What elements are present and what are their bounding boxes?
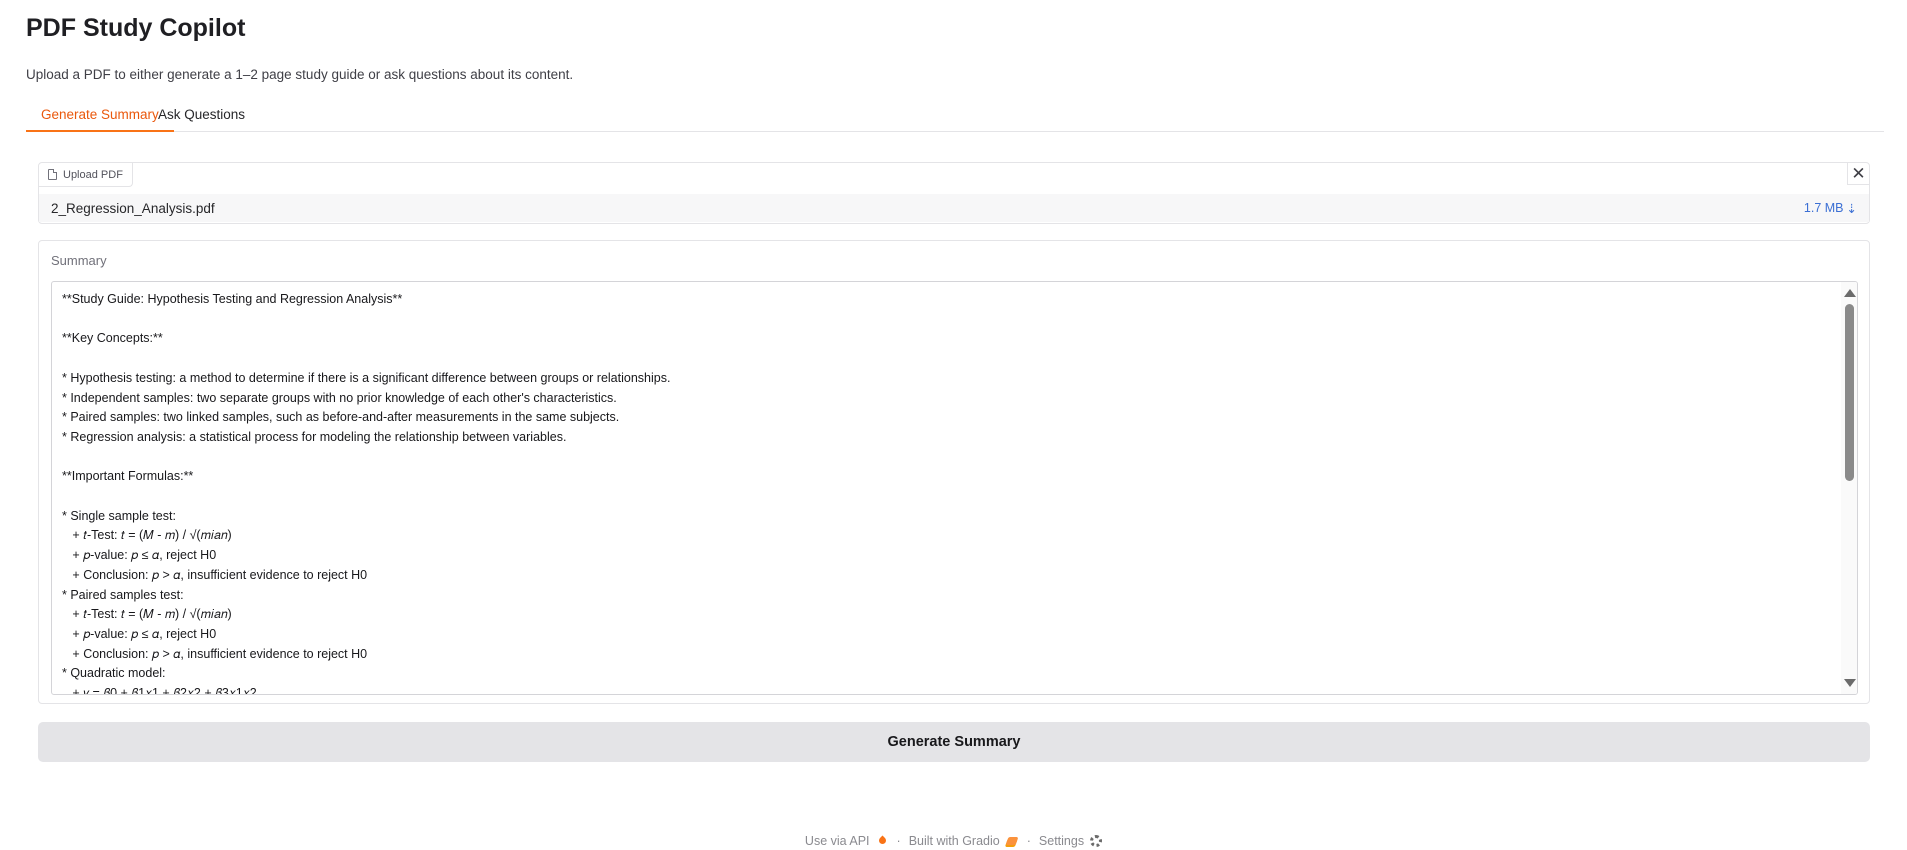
uploaded-file-row: 2_Regression_Analysis.pdf 1.7 MB ⇣ bbox=[39, 194, 1869, 222]
built-with-gradio-label: Built with Gradio bbox=[908, 834, 1000, 848]
scroll-down-arrow-icon[interactable] bbox=[1844, 679, 1856, 687]
gradio-logo-icon bbox=[1006, 836, 1019, 847]
settings-label: Settings bbox=[1038, 834, 1085, 848]
file-download-link[interactable]: 1.7 MB ⇣ bbox=[1804, 201, 1857, 216]
footer-separator: · bbox=[1026, 834, 1031, 848]
file-size: 1.7 MB bbox=[1803, 201, 1844, 215]
rocket-icon bbox=[876, 836, 889, 847]
scroll-up-arrow-icon[interactable] bbox=[1844, 289, 1856, 297]
use-via-api-link[interactable]: Use via API bbox=[805, 834, 889, 848]
summary-scrollbar[interactable] bbox=[1841, 282, 1857, 694]
use-via-api-label: Use via API bbox=[804, 834, 870, 848]
page-title: PDF Study Copilot bbox=[26, 14, 246, 42]
settings-link[interactable]: Settings bbox=[1038, 834, 1103, 848]
summary-text: **Study Guide: Hypothesis Testing and Re… bbox=[62, 292, 671, 695]
scroll-thumb[interactable] bbox=[1845, 304, 1854, 481]
generate-summary-button[interactable]: Generate Summary bbox=[38, 722, 1870, 762]
file-name: 2_Regression_Analysis.pdf bbox=[51, 200, 215, 216]
upload-label: Upload PDF bbox=[39, 163, 133, 187]
tab-bar: Generate Summary Ask Questions bbox=[26, 103, 1884, 132]
built-with-gradio-link[interactable]: Built with Gradio bbox=[909, 834, 1019, 848]
tab-ask-questions[interactable]: Ask Questions bbox=[143, 103, 260, 132]
pdf-upload[interactable]: Upload PDF ✕ 2_Regression_Analysis.pdf 1… bbox=[38, 162, 1870, 224]
upload-label-text: Upload PDF bbox=[63, 168, 123, 181]
footer: Use via API · Built with Gradio · Settin… bbox=[0, 834, 1907, 848]
summary-textarea[interactable]: **Study Guide: Hypothesis Testing and Re… bbox=[51, 281, 1858, 695]
clear-file-button[interactable]: ✕ bbox=[1847, 163, 1869, 185]
page-description: Upload a PDF to either generate a 1–2 pa… bbox=[26, 67, 574, 82]
summary-panel: Summary **Study Guide: Hypothesis Testin… bbox=[38, 240, 1870, 704]
footer-separator: · bbox=[896, 834, 901, 848]
download-icon: ⇣ bbox=[1846, 201, 1857, 216]
gear-icon bbox=[1090, 835, 1103, 847]
close-icon: ✕ bbox=[1851, 163, 1866, 183]
summary-label: Summary bbox=[51, 253, 107, 268]
file-icon bbox=[48, 169, 57, 180]
